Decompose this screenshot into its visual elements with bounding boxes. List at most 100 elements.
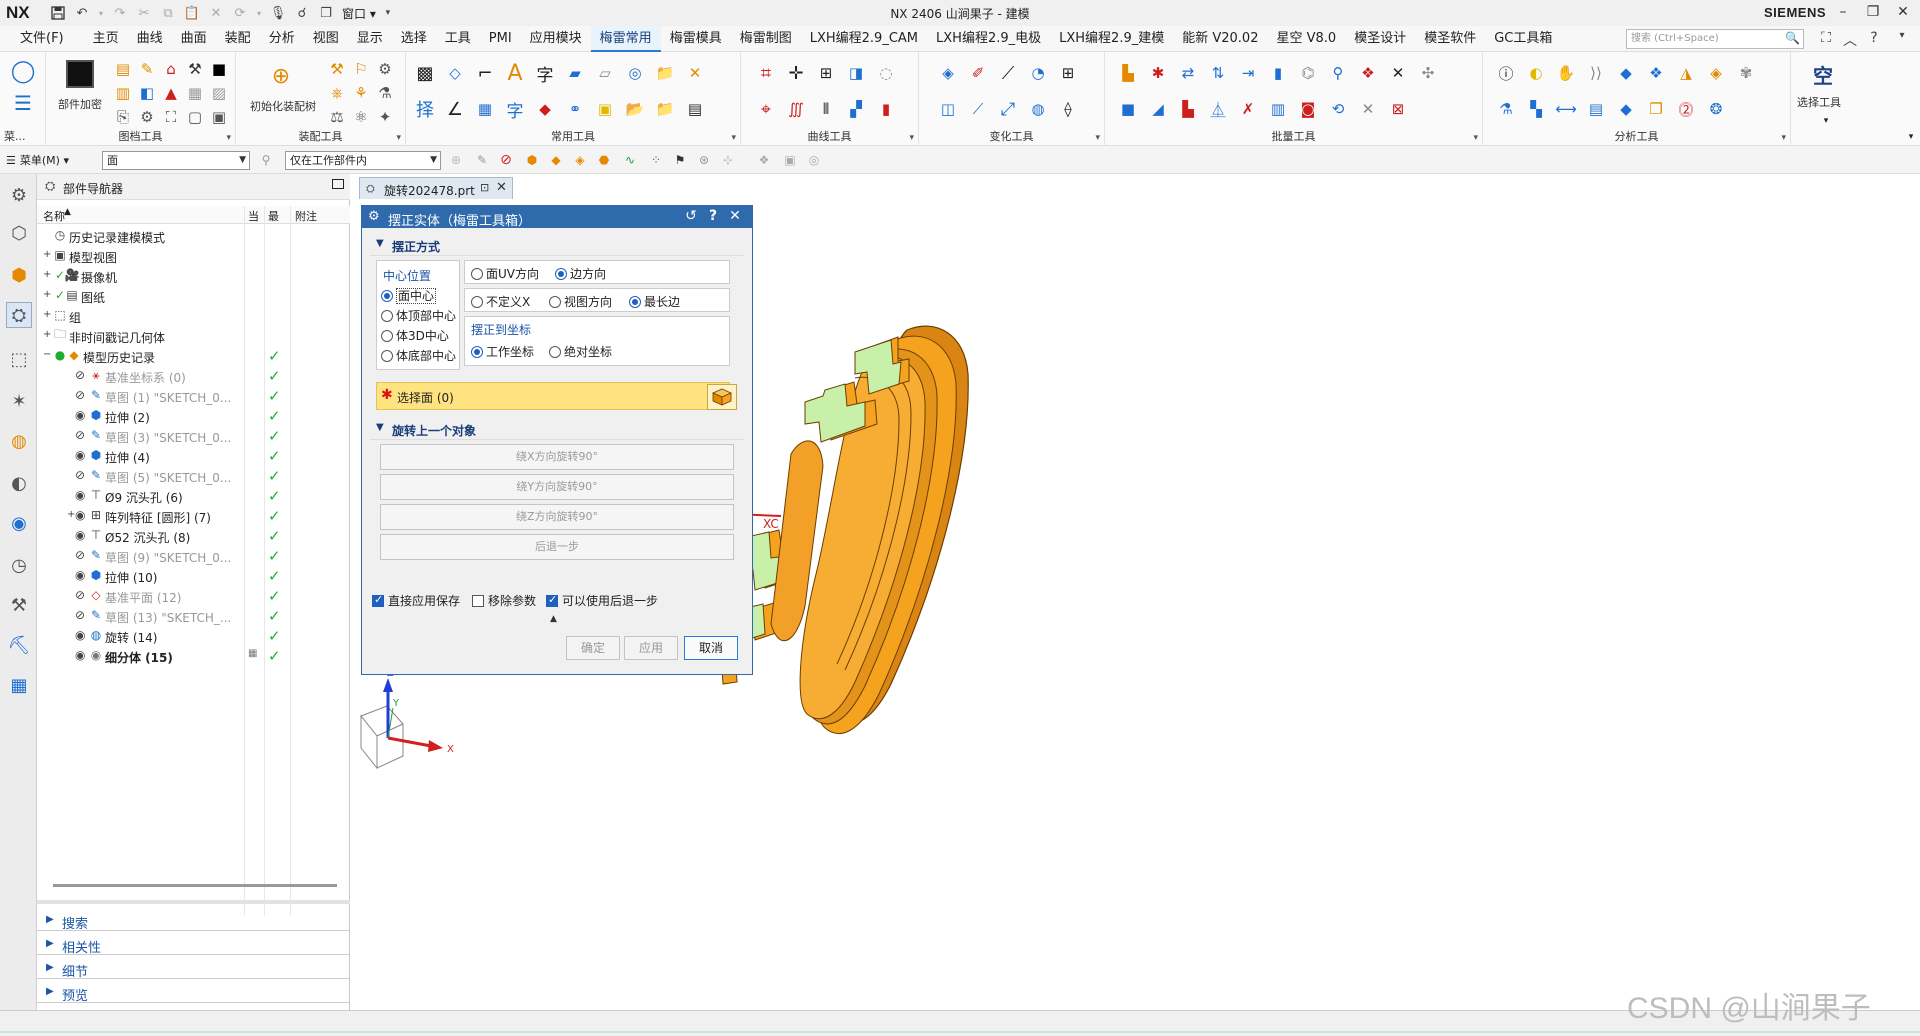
batch-tool-icon[interactable]: ◢ (1147, 98, 1169, 120)
batch-tool-icon[interactable]: ◙ (1297, 98, 1319, 120)
web-browser-icon[interactable]: ◍ (6, 428, 32, 454)
transform-tool-icon[interactable]: ◔ (1027, 62, 1049, 84)
doc-tool-icon[interactable]: ▢ (184, 106, 206, 128)
select-tools-icon[interactable]: 空 (1809, 60, 1837, 88)
command-search-input[interactable]: 搜索 (Ctrl+Space) (1626, 29, 1804, 49)
batch-tool-icon[interactable]: ⇅ (1207, 62, 1229, 84)
common-tool-icon[interactable]: ✕ (684, 62, 706, 84)
assy-tool-icon[interactable]: ⚘ (350, 82, 372, 104)
analysis-tool-icon[interactable]: ⓘ (1495, 62, 1517, 84)
window-menu[interactable]: 窗口 ▾ (342, 5, 376, 22)
checkbox-allow-step-back[interactable]: 可以使用后退一步 (546, 592, 658, 609)
transform-tool-icon[interactable]: ⟠ (1057, 98, 1079, 120)
column-name-header[interactable]: 名称 (43, 208, 65, 224)
collapse-ribbon-icon[interactable]: ︿ (1840, 30, 1860, 50)
batch-tool-icon[interactable]: ⊠ (1387, 98, 1409, 120)
batch-tool-icon[interactable]: ✕ (1357, 98, 1379, 120)
group-more-icon[interactable]: ▾ (226, 133, 231, 143)
tree-row[interactable]: + ⬚ 组 (37, 306, 350, 326)
curve-tool-icon[interactable]: ◨ (845, 62, 867, 84)
batch-tool-icon[interactable]: ✕ (1387, 62, 1409, 84)
curve-tool-icon[interactable]: ∭ (785, 98, 807, 120)
tab-meilei-mold[interactable]: 梅雷模具 (661, 26, 731, 52)
character-icon[interactable]: 字 (534, 62, 556, 86)
batch-tool-icon[interactable]: ▙ (1177, 98, 1199, 120)
delete-icon[interactable]: ✕ (207, 4, 225, 22)
undo-dropdown-icon[interactable]: ▾ (97, 4, 105, 22)
switch-window-icon[interactable]: ❐ (317, 4, 335, 22)
group-more-icon[interactable]: ▾ (1095, 133, 1100, 143)
snap-icon[interactable]: ⚑ (672, 152, 688, 168)
process-studio-icon[interactable]: ⚒ (6, 592, 32, 618)
tree-row[interactable]: ⊘ ⚹ 基准坐标系 (0) ✓ (37, 366, 350, 386)
step-back-button[interactable]: 后退一步 (380, 534, 734, 560)
tree-row[interactable]: ⊘ ◇ 基准平面 (12) ✓ (37, 586, 350, 606)
tree-row[interactable]: ⊘ ✎ 草图 (1) "SKETCH_0... ✓ (37, 386, 350, 406)
ok-button[interactable]: 确定 (566, 636, 620, 660)
hidden-eye-icon[interactable]: ⊘ (75, 608, 85, 622)
batch-tool-icon[interactable]: ⏅ (1207, 98, 1229, 120)
curve-tool-icon[interactable]: ⊞ (815, 62, 837, 84)
snap-curve-icon[interactable]: ∿ (622, 152, 638, 168)
cancel-button[interactable]: 取消 (684, 636, 738, 660)
hidden-eye-icon[interactable]: ⊘ (75, 468, 85, 482)
radio-body-3d-center[interactable]: 体3D中心 (381, 327, 449, 344)
fullscreen-icon[interactable]: ⛶ (1816, 30, 1836, 46)
batch-tool-icon[interactable]: ▮ (1267, 62, 1289, 84)
part-navigator-icon[interactable]: ⛭ (6, 302, 32, 328)
tab-mosheng-software[interactable]: 模圣软件 (1415, 26, 1485, 52)
tree-row[interactable]: − ● ◆ 模型历史记录 ✓ (37, 346, 350, 366)
rotate-z-90-button[interactable]: 绕Z方向旋转90° (380, 504, 734, 530)
tree-row[interactable]: ◉ ⊤ Ø9 沉头孔 (6) ✓ (37, 486, 350, 506)
ribbon-overflow-icon[interactable]: ▾ (1900, 126, 1920, 148)
transform-tool-icon[interactable]: ⊞ (1057, 62, 1079, 84)
init-assembly-tree-button[interactable]: 初始化装配树 (250, 98, 316, 114)
dialog-title-bar[interactable]: ⚙ 摆正实体（梅雷工具箱） ↺ ? ✕ (362, 206, 752, 229)
tab-pmi[interactable]: PMI (480, 26, 521, 52)
tab-display[interactable]: 显示 (348, 26, 392, 52)
tab-meilei-common[interactable]: 梅雷常用 (590, 25, 661, 52)
hidden-eye-icon[interactable]: ⊘ (75, 388, 85, 402)
customize-dropdown-icon[interactable]: ▾ (379, 4, 397, 22)
curve-tool-icon[interactable]: ⌗ (755, 62, 777, 84)
curve-tool-icon[interactable]: ▮ (875, 98, 897, 120)
radio-longest-edge[interactable]: 最长边 (629, 293, 680, 310)
snap-body-icon[interactable]: ⬢ (524, 152, 540, 168)
column-note-header[interactable]: 附注 (295, 208, 317, 224)
checkbox-apply-save[interactable]: 直接应用保存 (372, 592, 460, 609)
panel-splitter[interactable] (37, 900, 350, 904)
repeat-command-icon[interactable]: ⟳ (231, 4, 249, 22)
analysis-tool-icon[interactable]: ⓶ (1675, 98, 1697, 120)
close-window-button[interactable]: ✕ (1890, 2, 1916, 22)
assy-tool-icon[interactable]: ⎈ (326, 82, 348, 104)
analysis-tool-icon[interactable]: ❐ (1645, 98, 1667, 120)
maximize-icon[interactable] (332, 179, 344, 189)
tree-row[interactable]: ◉ ⊤ Ø52 沉头孔 (8) ✓ (37, 526, 350, 546)
calculator-icon[interactable]: ▤ (684, 98, 706, 120)
analysis-tool-icon[interactable]: ❖ (1645, 62, 1667, 84)
transform-tool-icon[interactable]: ⟋ (967, 98, 989, 120)
menu-circle-icon[interactable]: ◯ (11, 59, 36, 84)
column-latest-header[interactable]: 最 (268, 208, 279, 224)
assy-tool-icon[interactable]: ⚒ (326, 58, 348, 80)
radio-body-top-center[interactable]: 体顶部中心 (381, 307, 456, 324)
tree-row[interactable]: ⊘ ✎ 草图 (13) "SKETCH_... ✓ (37, 606, 350, 626)
snap-icon[interactable]: ❖ (756, 152, 772, 168)
common-tool-icon[interactable]: ▱ (594, 62, 616, 84)
expand-icon[interactable]: + (43, 249, 53, 260)
ribbon-options-icon[interactable]: ▾ (1892, 30, 1912, 41)
snap-face-icon[interactable]: ◆ (548, 152, 564, 168)
batch-tool-icon[interactable]: ⇥ (1237, 62, 1259, 84)
batch-tool-icon[interactable]: ❖ (1357, 62, 1379, 84)
transform-tool-icon[interactable]: ⟋ (997, 62, 1019, 84)
eye-icon[interactable]: ◉ (75, 408, 85, 422)
cut-icon[interactable]: ✂ (135, 4, 153, 22)
batch-tool-icon[interactable]: ⇄ (1177, 62, 1199, 84)
system-scene-icon[interactable]: ◉ (6, 510, 32, 536)
undo-icon[interactable]: ↶ (73, 4, 91, 22)
doc-tool-icon[interactable]: ✎ (136, 58, 158, 80)
manufacturing-wizard-icon[interactable]: ⛏ (6, 632, 32, 658)
panel-dependencies[interactable]: ▶ 相关性 (37, 935, 350, 956)
radio-absolute-coordinate[interactable]: 绝对坐标 (549, 343, 612, 360)
radio-work-coordinate[interactable]: 工作坐标 (471, 343, 534, 360)
